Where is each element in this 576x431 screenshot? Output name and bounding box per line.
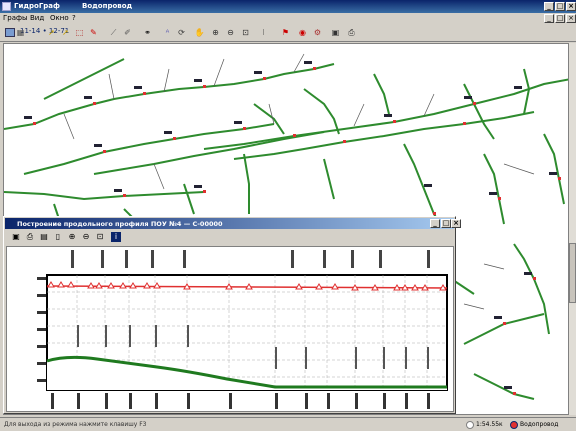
profile-info-icon[interactable]: i (111, 232, 121, 242)
scrollbar-thumb[interactable] (569, 243, 576, 303)
profile-ground-fill (47, 357, 447, 390)
profile-top-station-labels (71, 250, 430, 268)
profile-bottom-node-labels (51, 393, 430, 409)
main-toolbar: 11-14 • 12-71 ▦ ➚ ➚ ⬚ ✎ ⟋ ✐ ⚭ ᴬ ⟳ ✋ ⊕ ⊖ … (0, 24, 576, 42)
maximize-button[interactable]: □ (555, 2, 565, 11)
status-bar: Для выхода из режима нажмите клавишу F3 … (0, 417, 576, 431)
close-button[interactable]: × (566, 2, 576, 11)
menu-item-window[interactable]: Окно (50, 14, 69, 22)
document-title: Водопровод (82, 2, 133, 10)
minimize-button[interactable]: _ (544, 2, 554, 11)
map-icon (5, 28, 15, 37)
pan-hand-icon[interactable]: ✋ (194, 27, 205, 38)
profile-title-bar[interactable]: Построение продольного профиля ПОУ №4 — … (5, 218, 461, 229)
draw-line-icon[interactable]: ⟋ (108, 27, 119, 38)
profile-minimize-button[interactable]: _ (430, 219, 440, 228)
profile-preview-icon[interactable]: ▤ (39, 232, 49, 242)
profile-chart-svg[interactable] (7, 247, 453, 411)
print-icon[interactable]: ⎙ (346, 27, 357, 38)
select-yellow-icon[interactable]: ➚ (60, 27, 71, 38)
map-vertical-scrollbar[interactable] (568, 43, 576, 415)
profile-toolbar: ▣ ⎙ ▤ ▯ ⊕ ⊖ ⊡ i (5, 230, 454, 245)
title-bar[interactable]: ГидроГраф Водопровод _ □ × (0, 0, 576, 13)
app-icon (2, 2, 11, 11)
select-box-icon[interactable]: ⬚ (74, 27, 85, 38)
profile-window[interactable]: Построение продольного профиля ПОУ №4 — … (3, 216, 461, 414)
profile-title: Построение продольного профиля ПОУ №4 — … (17, 220, 223, 228)
profile-chart[interactable] (6, 246, 454, 412)
stop-icon[interactable]: ◉ (297, 27, 308, 38)
scale-icon (466, 421, 474, 429)
profile-zoom-window-icon[interactable]: ⊡ (95, 232, 105, 242)
status-message: Для выхода из режима нажмите клавишу F3 (4, 421, 147, 428)
profile-zoom-in-icon[interactable]: ⊕ (67, 232, 77, 242)
status-scale: 1:54.55к (476, 421, 503, 428)
traffic-light-icon[interactable]: ⚑ (280, 27, 291, 38)
app-window: ГидроГраф Водопровод _ □ × Графы Вид Окн… (0, 0, 576, 431)
profile-page-icon[interactable]: ▯ (53, 232, 63, 242)
zoom-window-icon[interactable]: ⊡ (240, 27, 251, 38)
menu-item-view[interactable]: Вид (30, 14, 44, 22)
grid-icon[interactable]: ▦ (15, 27, 26, 38)
profile-zoom-out-icon[interactable]: ⊖ (81, 232, 91, 242)
doc-minimize-button[interactable]: _ (544, 14, 554, 23)
rotate-icon[interactable]: ⟳ (176, 27, 187, 38)
zoom-in-icon[interactable]: ⊕ (210, 27, 221, 38)
app-title: ГидроГраф (14, 2, 60, 10)
edit-icon[interactable]: ✐ (122, 27, 133, 38)
zoom-out-icon[interactable]: ⊖ (225, 27, 236, 38)
select-node-icon[interactable]: ✎ (88, 27, 99, 38)
menu-item-graphs[interactable]: Графы (3, 14, 28, 22)
doc-maximize-button[interactable]: □ (555, 14, 565, 23)
menu-item-help[interactable]: ? (72, 14, 76, 22)
menu-bar: Графы Вид Окно ? _ □ × (0, 13, 576, 24)
status-layer: Водопровод (520, 421, 559, 428)
save-icon[interactable]: ▣ (330, 27, 341, 38)
select-arrow-icon[interactable]: ➚ (46, 27, 57, 38)
binoculars-icon[interactable]: ⚭ (142, 27, 153, 38)
profile-y-axis-ticks (37, 277, 46, 382)
node-tool-icon[interactable]: ⚙ (312, 27, 323, 38)
profile-maximize-button[interactable]: □ (441, 219, 451, 228)
layers-icon[interactable]: ⁝ (258, 27, 269, 38)
text-icon[interactable]: ᴬ (162, 27, 173, 38)
layer-icon (510, 421, 518, 429)
profile-save-icon[interactable]: ▣ (11, 232, 21, 242)
doc-close-button[interactable]: × (566, 14, 576, 23)
profile-close-button[interactable]: × (451, 219, 461, 228)
profile-print-icon[interactable]: ⎙ (25, 232, 35, 242)
